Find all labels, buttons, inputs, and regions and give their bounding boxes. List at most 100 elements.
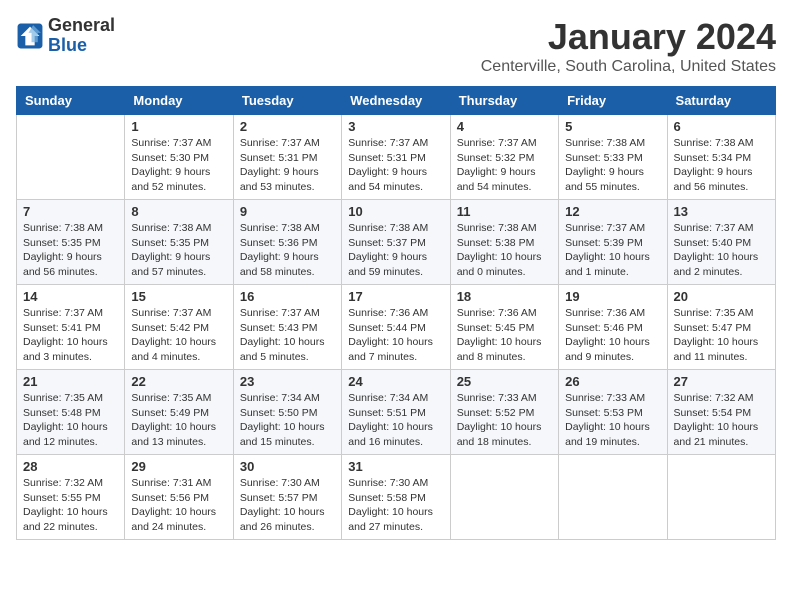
calendar-day-cell (667, 455, 775, 540)
calendar-day-cell: 18 Sunrise: 7:36 AMSunset: 5:45 PMDayligh… (450, 285, 558, 370)
calendar-day-cell: 16 Sunrise: 7:37 AMSunset: 5:43 PMDayligh… (233, 285, 341, 370)
day-info: Sunrise: 7:37 AMSunset: 5:39 PMDaylight:… (565, 221, 660, 280)
day-number: 17 (348, 289, 443, 304)
day-number: 5 (565, 119, 660, 134)
day-info: Sunrise: 7:38 AMSunset: 5:35 PMDaylight:… (131, 221, 226, 280)
weekday-header: Monday (125, 87, 233, 115)
day-info: Sunrise: 7:37 AMSunset: 5:40 PMDaylight:… (674, 221, 769, 280)
day-number: 26 (565, 374, 660, 389)
calendar-day-cell: 24 Sunrise: 7:34 AMSunset: 5:51 PMDayligh… (342, 370, 450, 455)
calendar-day-cell: 5 Sunrise: 7:38 AMSunset: 5:33 PMDaylight… (559, 115, 667, 200)
day-info: Sunrise: 7:37 AMSunset: 5:41 PMDaylight:… (23, 306, 118, 365)
day-info: Sunrise: 7:37 AMSunset: 5:31 PMDaylight:… (240, 136, 335, 195)
day-number: 4 (457, 119, 552, 134)
calendar-day-cell (17, 115, 125, 200)
calendar-week-row: 28Sunrise: 7:32 AMSunset: 5:55 PMDayligh… (17, 455, 776, 540)
day-info: Sunrise: 7:35 AMSunset: 5:48 PMDaylight:… (23, 391, 118, 450)
calendar-day-cell: 30 Sunrise: 7:30 AMSunset: 5:57 PMDayligh… (233, 455, 341, 540)
day-number: 22 (131, 374, 226, 389)
page-title: January 2024 (481, 16, 776, 58)
day-info: Sunrise: 7:34 AMSunset: 5:51 PMDaylight:… (348, 391, 443, 450)
calendar-day-cell: 23Sunrise: 7:34 AMSunset: 5:50 PMDayligh… (233, 370, 341, 455)
day-info: Sunrise: 7:30 AMSunset: 5:57 PMDaylight:… (240, 476, 335, 535)
day-number: 6 (674, 119, 769, 134)
weekday-header: Thursday (450, 87, 558, 115)
day-info: Sunrise: 7:38 AMSunset: 5:34 PMDaylight:… (674, 136, 769, 195)
day-info: Sunrise: 7:37 AMSunset: 5:30 PMDaylight:… (131, 136, 226, 195)
calendar-week-row: 21 Sunrise: 7:35 AMSunset: 5:48 PMDayligh… (17, 370, 776, 455)
day-number: 12 (565, 204, 660, 219)
day-number: 19 (565, 289, 660, 304)
day-info: Sunrise: 7:32 AMSunset: 5:55 PMDaylight:… (23, 476, 118, 535)
logo-text: General Blue (48, 16, 115, 56)
calendar-day-cell: 27Sunrise: 7:32 AMSunset: 5:54 PMDayligh… (667, 370, 775, 455)
calendar-day-cell: 26 Sunrise: 7:33 AMSunset: 5:53 PMDayligh… (559, 370, 667, 455)
day-number: 9 (240, 204, 335, 219)
day-number: 1 (131, 119, 226, 134)
day-info: Sunrise: 7:37 AMSunset: 5:42 PMDaylight:… (131, 306, 226, 365)
day-number: 11 (457, 204, 552, 219)
day-info: Sunrise: 7:38 AMSunset: 5:36 PMDaylight:… (240, 221, 335, 280)
weekday-header: Tuesday (233, 87, 341, 115)
day-info: Sunrise: 7:32 AMSunset: 5:54 PMDaylight:… (674, 391, 769, 450)
day-number: 23 (240, 374, 335, 389)
day-info: Sunrise: 7:38 AMSunset: 5:35 PMDaylight:… (23, 221, 118, 280)
day-number: 20 (674, 289, 769, 304)
calendar-day-cell: 7 Sunrise: 7:38 AMSunset: 5:35 PMDaylight… (17, 200, 125, 285)
calendar-day-cell: 14 Sunrise: 7:37 AMSunset: 5:41 PMDayligh… (17, 285, 125, 370)
day-number: 13 (674, 204, 769, 219)
calendar-week-row: 7 Sunrise: 7:38 AMSunset: 5:35 PMDaylight… (17, 200, 776, 285)
day-info: Sunrise: 7:31 AMSunset: 5:56 PMDaylight:… (131, 476, 226, 535)
day-number: 16 (240, 289, 335, 304)
calendar-day-cell: 3 Sunrise: 7:37 AMSunset: 5:31 PMDaylight… (342, 115, 450, 200)
calendar-day-cell: 8 Sunrise: 7:38 AMSunset: 5:35 PMDaylight… (125, 200, 233, 285)
day-info: Sunrise: 7:35 AMSunset: 5:49 PMDaylight:… (131, 391, 226, 450)
day-number: 3 (348, 119, 443, 134)
day-number: 18 (457, 289, 552, 304)
day-info: Sunrise: 7:35 AMSunset: 5:47 PMDaylight:… (674, 306, 769, 365)
day-info: Sunrise: 7:36 AMSunset: 5:46 PMDaylight:… (565, 306, 660, 365)
day-number: 14 (23, 289, 118, 304)
weekday-header: Friday (559, 87, 667, 115)
calendar-day-cell: 11Sunrise: 7:38 AMSunset: 5:38 PMDayligh… (450, 200, 558, 285)
calendar-day-cell: 12 Sunrise: 7:37 AMSunset: 5:39 PMDayligh… (559, 200, 667, 285)
day-number: 8 (131, 204, 226, 219)
calendar-week-row: 1 Sunrise: 7:37 AMSunset: 5:30 PMDaylight… (17, 115, 776, 200)
weekday-header-row: SundayMondayTuesdayWednesdayThursdayFrid… (17, 87, 776, 115)
day-number: 2 (240, 119, 335, 134)
day-info: Sunrise: 7:37 AMSunset: 5:32 PMDaylight:… (457, 136, 552, 195)
calendar-day-cell: 10 Sunrise: 7:38 AMSunset: 5:37 PMDayligh… (342, 200, 450, 285)
day-info: Sunrise: 7:36 AMSunset: 5:44 PMDaylight:… (348, 306, 443, 365)
weekday-header: Sunday (17, 87, 125, 115)
calendar-day-cell: 21 Sunrise: 7:35 AMSunset: 5:48 PMDayligh… (17, 370, 125, 455)
calendar-day-cell (450, 455, 558, 540)
day-info: Sunrise: 7:33 AMSunset: 5:53 PMDaylight:… (565, 391, 660, 450)
calendar-day-cell: 31Sunrise: 7:30 AMSunset: 5:58 PMDayligh… (342, 455, 450, 540)
day-info: Sunrise: 7:36 AMSunset: 5:45 PMDaylight:… (457, 306, 552, 365)
logo-icon (16, 22, 44, 50)
day-number: 21 (23, 374, 118, 389)
page-subtitle: Centerville, South Carolina, United Stat… (481, 58, 776, 76)
day-number: 10 (348, 204, 443, 219)
weekday-header: Wednesday (342, 87, 450, 115)
day-number: 24 (348, 374, 443, 389)
calendar-day-cell: 2 Sunrise: 7:37 AMSunset: 5:31 PMDaylight… (233, 115, 341, 200)
calendar-day-cell: 29 Sunrise: 7:31 AMSunset: 5:56 PMDayligh… (125, 455, 233, 540)
calendar-day-cell: 13 Sunrise: 7:37 AMSunset: 5:40 PMDayligh… (667, 200, 775, 285)
day-info: Sunrise: 7:38 AMSunset: 5:33 PMDaylight:… (565, 136, 660, 195)
title-section: January 2024 Centerville, South Carolina… (481, 16, 776, 76)
day-info: Sunrise: 7:37 AMSunset: 5:43 PMDaylight:… (240, 306, 335, 365)
calendar-table: SundayMondayTuesdayWednesdayThursdayFrid… (16, 86, 776, 540)
day-info: Sunrise: 7:37 AMSunset: 5:31 PMDaylight:… (348, 136, 443, 195)
day-info: Sunrise: 7:38 AMSunset: 5:37 PMDaylight:… (348, 221, 443, 280)
calendar-day-cell: 9 Sunrise: 7:38 AMSunset: 5:36 PMDaylight… (233, 200, 341, 285)
calendar-day-cell: 4 Sunrise: 7:37 AMSunset: 5:32 PMDaylight… (450, 115, 558, 200)
day-number: 30 (240, 459, 335, 474)
calendar-day-cell: 1 Sunrise: 7:37 AMSunset: 5:30 PMDaylight… (125, 115, 233, 200)
day-info: Sunrise: 7:30 AMSunset: 5:58 PMDaylight:… (348, 476, 443, 535)
calendar-day-cell: 15Sunrise: 7:37 AMSunset: 5:42 PMDayligh… (125, 285, 233, 370)
calendar-week-row: 14 Sunrise: 7:37 AMSunset: 5:41 PMDayligh… (17, 285, 776, 370)
day-number: 25 (457, 374, 552, 389)
day-number: 7 (23, 204, 118, 219)
day-number: 29 (131, 459, 226, 474)
